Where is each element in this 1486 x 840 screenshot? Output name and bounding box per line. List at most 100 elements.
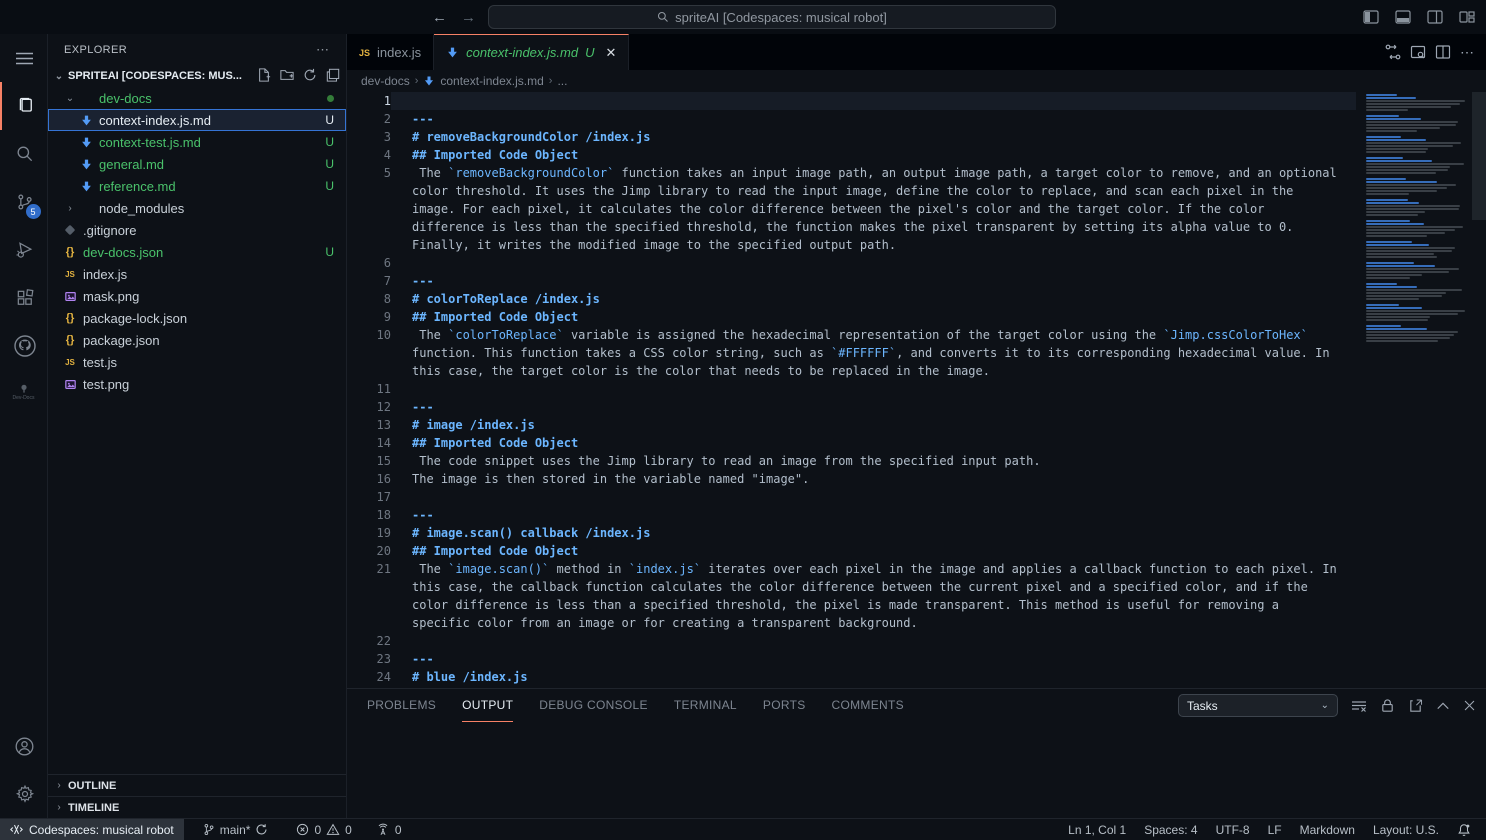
keyboard-layout[interactable]: Layout: U.S.	[1364, 819, 1448, 840]
code-line[interactable]: 14## Imported Code Object	[347, 434, 1356, 452]
code-line[interactable]: 12---	[347, 398, 1356, 416]
output-panel-body[interactable]	[347, 722, 1486, 818]
toggle-secondary-sidebar-icon[interactable]	[1424, 6, 1446, 28]
refresh-icon[interactable]	[303, 68, 317, 85]
file-tree-item-index-js[interactable]: JSindex.js	[48, 263, 346, 285]
breadcrumb-file[interactable]: context-index.js.md	[440, 74, 543, 88]
editor-scrollbar[interactable]	[1472, 92, 1486, 220]
code-line[interactable]: 19# image.scan() callback /index.js	[347, 524, 1356, 542]
outline-section[interactable]: ›OUTLINE	[48, 774, 346, 796]
code-line[interactable]: 13# image /index.js	[347, 416, 1356, 434]
back-icon[interactable]: ←	[432, 9, 447, 26]
open-preview-icon[interactable]	[1410, 44, 1426, 60]
file-tree-item-test-png[interactable]: test.png	[48, 373, 346, 395]
run-debug-icon[interactable]	[0, 226, 48, 274]
lock-scroll-icon[interactable]	[1380, 698, 1395, 713]
forward-icon[interactable]: →	[461, 9, 476, 26]
code-line[interactable]: 8# colorToReplace /index.js	[347, 290, 1356, 308]
file-tree-item-context-index-js-md[interactable]: context-index.js.mdU	[48, 109, 346, 131]
workspace-section-header[interactable]: ⌄ SPRITEAI [CODESPACES: MUS...	[48, 65, 346, 87]
code-line[interactable]: this case, the callback function calcula…	[347, 578, 1356, 596]
extensions-icon[interactable]	[0, 274, 48, 322]
breadcrumb-folder[interactable]: dev-docs	[361, 74, 410, 88]
output-channel-select[interactable]: Tasks ⌄	[1178, 694, 1338, 717]
file-tree-item-dev-docs[interactable]: ⌄dev-docs	[48, 87, 346, 109]
code-line[interactable]: Finally, it writes the modified image to…	[347, 236, 1356, 254]
open-changes-icon[interactable]	[1385, 44, 1401, 60]
github-icon[interactable]	[0, 322, 48, 370]
code-line[interactable]: 1	[347, 92, 1356, 110]
breadcrumb-symbol[interactable]: ...	[557, 74, 567, 88]
editor[interactable]: 12---3# removeBackgroundColor /index.js4…	[347, 92, 1486, 688]
file-tree-item-general-md[interactable]: general.mdU	[48, 153, 346, 175]
code-line[interactable]: 21 The `image.scan()` method in `index.j…	[347, 560, 1356, 578]
panel-tab-terminal[interactable]: TERMINAL	[674, 689, 737, 722]
open-output-in-editor-icon[interactable]	[1408, 698, 1423, 713]
code-line[interactable]: 22	[347, 632, 1356, 650]
file-tree-item-reference-md[interactable]: reference.mdU	[48, 175, 346, 197]
close-tab-icon[interactable]: ✕	[605, 45, 616, 61]
code-line[interactable]: function. This function takes a CSS colo…	[347, 344, 1356, 362]
file-tree-item-node-modules[interactable]: ›node_modules	[48, 197, 346, 219]
code-line[interactable]: color difference is less than a specifie…	[347, 596, 1356, 614]
language-mode[interactable]: Markdown	[1291, 819, 1364, 840]
command-center-search[interactable]: spriteAI [Codespaces: musical robot]	[488, 5, 1056, 29]
customize-layout-icon[interactable]	[1456, 6, 1478, 28]
devdocs-extension-icon[interactable]: Dev-Docs	[0, 370, 48, 414]
file-tree-item-package-lock-json[interactable]: {}package-lock.json	[48, 307, 346, 329]
panel-tab-problems[interactable]: PROBLEMS	[367, 689, 436, 722]
more-actions-icon[interactable]: ⋯	[1460, 44, 1474, 61]
notifications-bell-icon[interactable]	[1448, 819, 1480, 840]
code-content[interactable]: 12---3# removeBackgroundColor /index.js4…	[347, 92, 1356, 688]
file-tree-item-dev-docs-json[interactable]: {}dev-docs.jsonU	[48, 241, 346, 263]
eol-sequence[interactable]: LF	[1259, 819, 1291, 840]
account-icon[interactable]	[0, 722, 48, 770]
file-tree-item-package-json[interactable]: {}package.json	[48, 329, 346, 351]
source-control-icon[interactable]: 5	[0, 178, 48, 226]
code-line[interactable]: specific color from an image or for crea…	[347, 614, 1356, 632]
code-line[interactable]: difference is less than the specified th…	[347, 218, 1356, 236]
code-line[interactable]: 4## Imported Code Object	[347, 146, 1356, 164]
maximize-panel-icon[interactable]	[1436, 699, 1450, 713]
git-branch-status[interactable]: main*	[196, 819, 276, 840]
panel-tab-debug-console[interactable]: DEBUG CONSOLE	[539, 689, 648, 722]
problems-status[interactable]: 0 0	[289, 819, 358, 840]
clear-output-icon[interactable]	[1351, 698, 1367, 714]
indentation[interactable]: Spaces: 4	[1135, 819, 1206, 840]
code-line[interactable]: 16The image is then stored in the variab…	[347, 470, 1356, 488]
settings-gear-icon[interactable]	[0, 770, 48, 818]
file-tree-item--gitignore[interactable]: .gitignore	[48, 219, 346, 241]
code-line[interactable]: 5 The `removeBackgroundColor` function t…	[347, 164, 1356, 182]
code-line[interactable]: 10 The `colorToReplace` variable is assi…	[347, 326, 1356, 344]
file-tree-item-test-js[interactable]: JStest.js	[48, 351, 346, 373]
code-line[interactable]: 7---	[347, 272, 1356, 290]
remote-indicator[interactable]: Codespaces: musical robot	[0, 819, 184, 840]
explorer-more-actions-icon[interactable]: ⋯	[316, 42, 330, 58]
code-line[interactable]: 9## Imported Code Object	[347, 308, 1356, 326]
tab-index-js[interactable]: JS index.js	[347, 34, 434, 70]
code-line[interactable]: color threshold. It uses the Jimp librar…	[347, 182, 1356, 200]
panel-tab-comments[interactable]: COMMENTS	[832, 689, 904, 722]
code-line[interactable]: 3# removeBackgroundColor /index.js	[347, 128, 1356, 146]
code-line[interactable]: 2---	[347, 110, 1356, 128]
code-line[interactable]: 6	[347, 254, 1356, 272]
code-line[interactable]: image. For each pixel, it calculates the…	[347, 200, 1356, 218]
explorer-icon[interactable]	[0, 82, 48, 130]
cursor-position[interactable]: Ln 1, Col 1	[1059, 819, 1135, 840]
search-sidebar-icon[interactable]	[0, 130, 48, 178]
code-line[interactable]: 24# blue /index.js	[347, 668, 1356, 686]
ports-status[interactable]: 0	[369, 819, 409, 840]
panel-tab-output[interactable]: OUTPUT	[462, 689, 513, 722]
toggle-panel-icon[interactable]	[1392, 6, 1414, 28]
tab-context-index-md[interactable]: context-index.js.md U ✕	[434, 34, 629, 70]
code-line[interactable]: 23---	[347, 650, 1356, 668]
new-file-icon[interactable]	[257, 68, 271, 85]
file-tree-item-mask-png[interactable]: mask.png	[48, 285, 346, 307]
code-line[interactable]: 20## Imported Code Object	[347, 542, 1356, 560]
minimap[interactable]	[1366, 94, 1470, 346]
code-line[interactable]: 18---	[347, 506, 1356, 524]
code-line[interactable]: this case, the target color is the color…	[347, 362, 1356, 380]
file-tree-item-context-test-js-md[interactable]: context-test.js.mdU	[48, 131, 346, 153]
collapse-all-icon[interactable]	[326, 68, 340, 85]
close-panel-icon[interactable]	[1463, 699, 1476, 712]
